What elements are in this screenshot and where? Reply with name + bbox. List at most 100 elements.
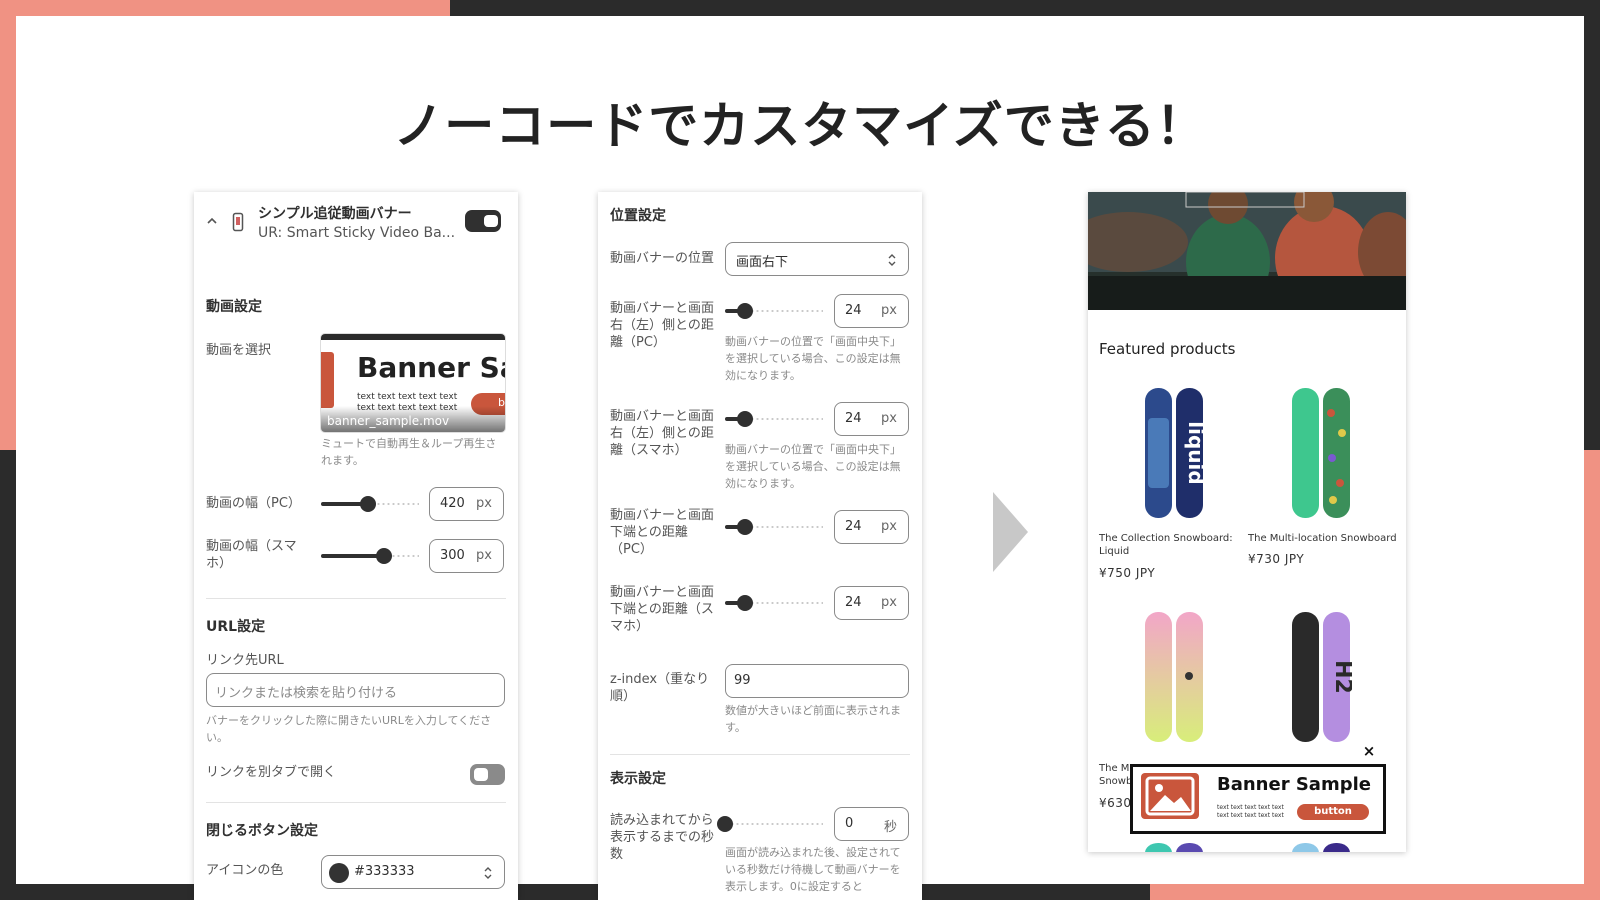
position-section-title: 位置設定 <box>610 208 666 224</box>
position-select[interactable]: 画面右下 <box>725 242 909 276</box>
hero-image <box>1088 192 1406 310</box>
divider <box>206 598 506 599</box>
icon-color-value: #333333 <box>354 864 415 879</box>
new-tab-toggle[interactable] <box>470 764 505 785</box>
right-distance-sp-input[interactable]: 24 px <box>834 402 909 436</box>
product-image[interactable]: H2 <box>1290 612 1355 742</box>
arrow-right-icon <box>992 492 1028 572</box>
right-distance-pc-slider[interactable] <box>725 303 823 319</box>
unit-px: px <box>881 519 897 534</box>
sticky-video-banner[interactable]: Banner Sample text text text text text t… <box>1130 764 1386 834</box>
product-price: ¥750 JPY <box>1099 566 1156 580</box>
bottom-distance-pc-label: 動画バナーと画面下端との距離（PC） <box>610 508 715 557</box>
right-distance-sp-label: 動画バナーと画面右（左）側との距離（スマホ） <box>610 409 715 458</box>
video-select-help: ミュートで自動再生＆ループ再生されます。 <box>321 437 497 467</box>
right-distance-sp-slider[interactable] <box>725 411 823 427</box>
product-image <box>1290 840 1352 852</box>
image-icon <box>1141 773 1199 819</box>
position-settings-panel: 位置設定 動画バナーの位置 画面右下 動画バナーと画面右（左）側との距離（PC）… <box>598 192 922 900</box>
bottom-distance-sp-input[interactable]: 24 px <box>834 586 909 620</box>
right-distance-pc-label: 動画バナーと画面右（左）側との距離（PC） <box>610 301 715 350</box>
right-distance-pc-help: 動画バナーの位置で「画面中央下」を選択している場合、この設定は無効になります。 <box>725 335 901 382</box>
video-select-label: 動画を選択 <box>206 343 272 358</box>
zindex-input[interactable]: 99 <box>725 664 909 698</box>
delay-slider[interactable] <box>717 816 823 832</box>
video-thumbnail[interactable]: Banner Sa text text text text text text … <box>321 334 505 432</box>
banner-close-button[interactable]: × <box>1362 744 1376 759</box>
width-sp-slider-thumb[interactable] <box>375 548 392 564</box>
frame-left-top <box>0 0 16 450</box>
link-url-label: リンク先URL <box>206 653 284 668</box>
link-url-input[interactable]: リンクまたは検索を貼り付ける <box>206 673 505 707</box>
width-pc-slider[interactable] <box>321 496 419 512</box>
url-section-title: URL設定 <box>206 619 266 635</box>
width-pc-slider-thumb[interactable] <box>360 496 377 512</box>
link-url-placeholder: リンクまたは検索を貼り付ける <box>215 686 398 701</box>
bottom-distance-sp-value: 24 <box>845 595 862 610</box>
delay-input[interactable]: 0 秒 <box>834 807 909 841</box>
bottom-distance-pc-input[interactable]: 24 px <box>834 510 909 544</box>
frame-right-bottom <box>1584 450 1600 900</box>
width-sp-unit: px <box>476 548 492 563</box>
display-section-title: 表示設定 <box>610 771 666 787</box>
width-pc-label: 動画の幅（PC） <box>206 496 301 511</box>
frame-left-bottom <box>0 450 16 900</box>
chevron-up-icon[interactable] <box>206 212 218 224</box>
width-pc-unit: px <box>476 496 492 511</box>
slider-thumb[interactable] <box>717 816 733 832</box>
banner-button[interactable]: button <box>1297 804 1369 820</box>
bottom-distance-pc-slider[interactable] <box>725 519 823 535</box>
product-image[interactable] <box>1290 388 1352 518</box>
video-file-name: banner_sample.mov <box>327 414 450 428</box>
right-distance-pc-input[interactable]: 24 px <box>834 294 909 328</box>
new-tab-label: リンクを別タブで開く <box>206 765 337 780</box>
width-sp-label: 動画の幅（スマホ） <box>206 539 297 571</box>
width-sp-slider[interactable] <box>321 548 419 564</box>
product-price: ¥730 JPY <box>1248 552 1305 566</box>
right-distance-sp-help: 動画バナーの位置で「画面中央下」を選択している場合、この設定は無効になります。 <box>725 443 901 490</box>
product-image[interactable]: liquid <box>1143 388 1208 518</box>
product-board-label: H2 <box>1330 660 1352 694</box>
slider-thumb[interactable] <box>736 519 753 535</box>
app-enabled-toggle[interactable] <box>465 210 501 232</box>
unit-px: px <box>881 595 897 610</box>
video-settings-panel: シンプル追従動画バナー UR: Smart Sticky Video Ba...… <box>194 192 518 900</box>
banner-body-2: text text text text text <box>1217 812 1284 819</box>
mobile-icon <box>232 212 244 232</box>
video-section-title: 動画設定 <box>206 299 262 315</box>
link-url-help: バナーをクリックした際に開きたいURLを入力してください。 <box>206 714 492 744</box>
slider-thumb[interactable] <box>736 595 753 611</box>
frame-top-right <box>450 0 1600 16</box>
width-pc-input[interactable]: 420 px <box>429 487 504 521</box>
close-section-title: 閉じるボタン設定 <box>206 823 318 839</box>
divider <box>610 754 910 755</box>
bottom-distance-sp-label: 動画バナーと画面下端との距離（スマホ） <box>610 585 715 634</box>
width-sp-value: 300 <box>440 548 465 563</box>
select-chevron-icon <box>886 250 898 270</box>
bottom-distance-sp-slider[interactable] <box>725 595 823 611</box>
product-price: ¥630 <box>1099 796 1132 810</box>
product-image <box>1143 840 1205 852</box>
select-chevron-icon <box>482 863 494 883</box>
frame-top-left <box>0 0 450 16</box>
width-sp-input[interactable]: 300 px <box>429 539 504 573</box>
thumbnail-heading: Banner Sa <box>357 351 505 384</box>
delay-value: 0 <box>845 816 854 831</box>
product-board-label: liquid <box>1184 421 1205 484</box>
product-title[interactable]: The Collection Snowboard: Liquid <box>1099 532 1241 558</box>
slider-thumb[interactable] <box>736 303 753 319</box>
bottom-distance-pc-value: 24 <box>845 519 862 534</box>
product-title[interactable]: The Multi-location Snowboard <box>1248 532 1398 545</box>
delay-label: 読み込まれてから表示するまでの秒数 <box>610 813 715 862</box>
product-image[interactable] <box>1143 612 1205 742</box>
banner-body-1: text text text text text <box>1217 804 1284 811</box>
thumbnail-body-1: text text text text text <box>357 392 458 402</box>
banner-heading: Banner Sample <box>1217 774 1371 795</box>
right-distance-pc-value: 24 <box>845 303 862 318</box>
frame-bottom-left <box>0 884 1150 900</box>
zindex-help: 数値が大きいほど前面に表示されます。 <box>725 704 901 734</box>
icon-color-select[interactable]: #333333 <box>321 855 505 889</box>
featured-products-title: Featured products <box>1099 340 1236 358</box>
slider-thumb[interactable] <box>736 411 753 427</box>
app-subtitle: UR: Smart Sticky Video Ba... <box>258 225 456 241</box>
